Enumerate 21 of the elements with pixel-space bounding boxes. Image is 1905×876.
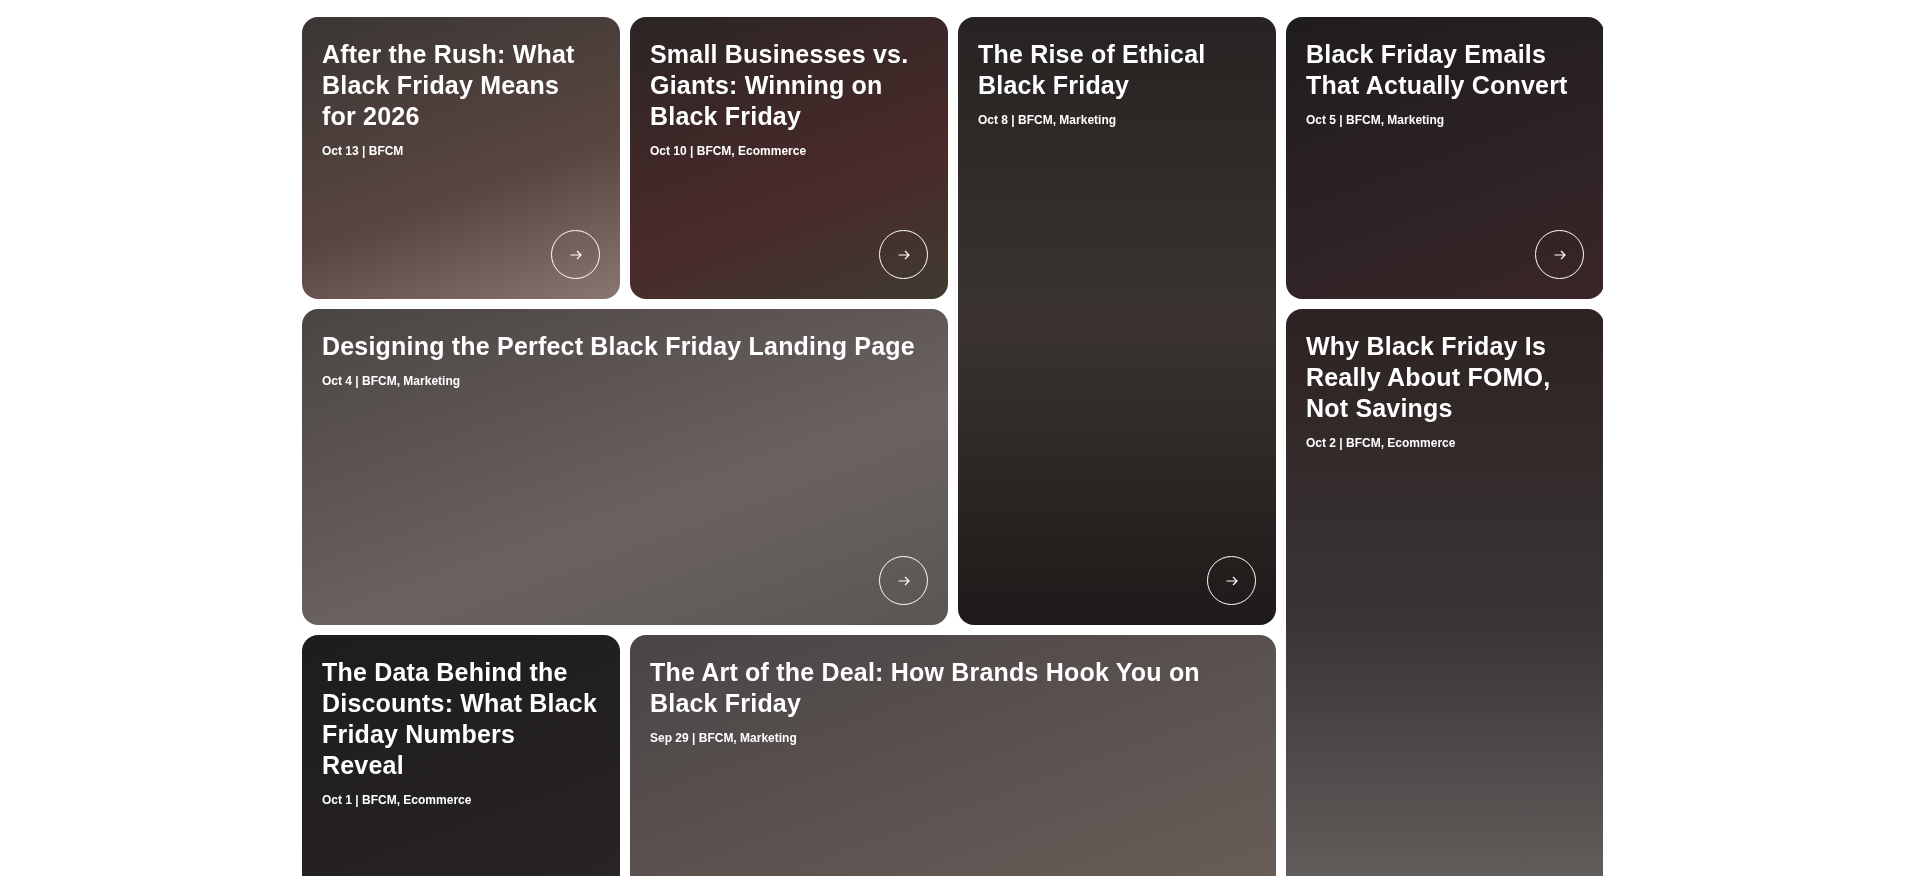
post-title[interactable]: The Data Behind the Discounts: What Black Friday Numbers Reveal [322, 657, 600, 781]
post-title[interactable]: The Art of the Deal: How Brands Hook You on Black Friday [650, 657, 1256, 719]
post-meta: Oct 8 | BFCM, Marketing [978, 113, 1118, 127]
post-title[interactable]: Why Black Friday Is Really About FOMO, Not Savings [1306, 331, 1584, 424]
arrow-right-icon [1225, 575, 1238, 586]
post-title[interactable]: Designing the Perfect Black Friday Landing Page [322, 331, 928, 362]
post-meta: Oct 10 | BFCM, Ecommerce [650, 144, 808, 158]
arrow-right-icon [1553, 249, 1566, 260]
post-meta: Oct 2 | BFCM, Ecommerce [1306, 436, 1457, 450]
post-title[interactable]: Small Businesses vs. Giants: Winning on Black Friday [650, 39, 928, 132]
post-title[interactable]: Black Friday Emails That Actually Convert [1306, 39, 1584, 101]
post-meta: Oct 1 | BFCM, Ecommerce [322, 793, 473, 807]
post-meta: Oct 4 | BFCM, Marketing [322, 374, 462, 388]
post-meta: Oct 13 | BFCM [322, 144, 405, 158]
arrow-right-icon [897, 575, 910, 586]
post-title[interactable]: The Rise of Ethical Black Friday [978, 39, 1256, 101]
arrow-right-icon [569, 249, 582, 260]
post-title[interactable]: After the Rush: What Black Friday Means for 2026 [322, 39, 600, 132]
post-meta: Oct 5 | BFCM, Marketing [1306, 113, 1446, 127]
post-meta: Sep 29 | BFCM, Marketing [650, 731, 798, 745]
arrow-right-icon [897, 249, 910, 260]
